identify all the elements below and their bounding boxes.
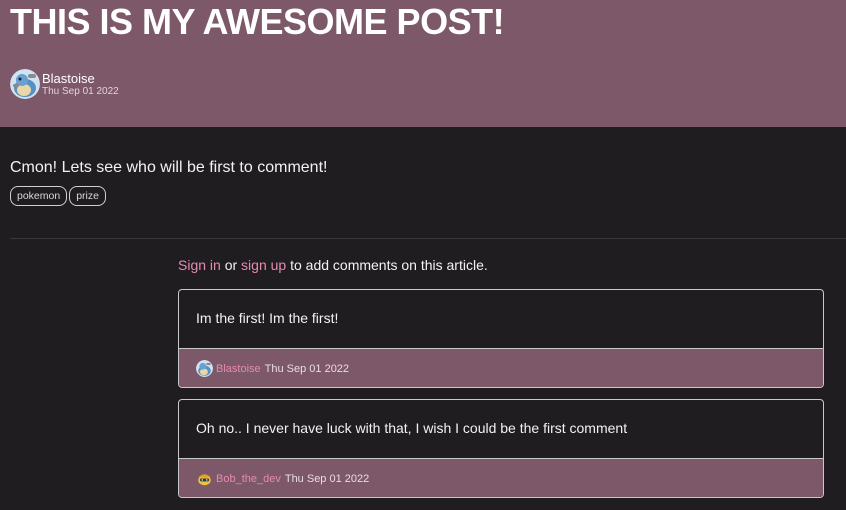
comment-card: Im the first! Im the first! Blastoise Th… [178, 289, 824, 388]
comment-footer: Blastoise Thu Sep 01 2022 [179, 348, 823, 387]
prompt-or-text: or [220, 257, 242, 273]
post-author-name[interactable]: Blastoise [42, 71, 119, 86]
tag-list: pokemon prize [10, 186, 836, 206]
blastoise-avatar-icon[interactable] [196, 360, 213, 377]
comment-footer: Bob_the_dev Thu Sep 01 2022 [179, 458, 823, 497]
tag-pokemon[interactable]: pokemon [10, 186, 68, 206]
post-title: THIS IS MY AWESOME POST! [10, 1, 505, 42]
comment-date: Thu Sep 01 2022 [284, 472, 370, 485]
sign-in-link[interactable]: Sign in [178, 257, 221, 273]
tag-prize[interactable]: prize [69, 186, 106, 206]
comment-card: Oh no.. I never have luck with that, I w… [178, 399, 824, 498]
comment-text: Im the first! Im the first! [196, 310, 339, 326]
post-date: Thu Sep 01 2022 [42, 85, 119, 97]
comment-sign-in-prompt: Sign in or sign up to add comments on th… [178, 257, 488, 273]
comment-author-link[interactable]: Bob_the_dev [216, 473, 281, 485]
prompt-rest-text: to add comments on this article. [286, 257, 488, 273]
post-body: Cmon! Lets see who will be first to comm… [10, 158, 836, 206]
comment-text: Oh no.. I never have luck with that, I w… [196, 420, 628, 436]
blastoise-avatar-icon[interactable] [10, 69, 40, 99]
post-author-meta: Blastoise Thu Sep 01 2022 [10, 69, 119, 99]
divider [10, 238, 846, 239]
sign-up-link[interactable]: sign up [241, 257, 286, 273]
comment-author-link[interactable]: Blastoise [216, 363, 261, 375]
post-text: Cmon! Lets see who will be first to comm… [10, 159, 328, 176]
post-header-banner: THIS IS MY AWESOME POST! Blastoise Thu S… [0, 0, 846, 127]
bob-avatar-icon[interactable] [196, 470, 213, 487]
comment-date: Thu Sep 01 2022 [264, 362, 350, 375]
